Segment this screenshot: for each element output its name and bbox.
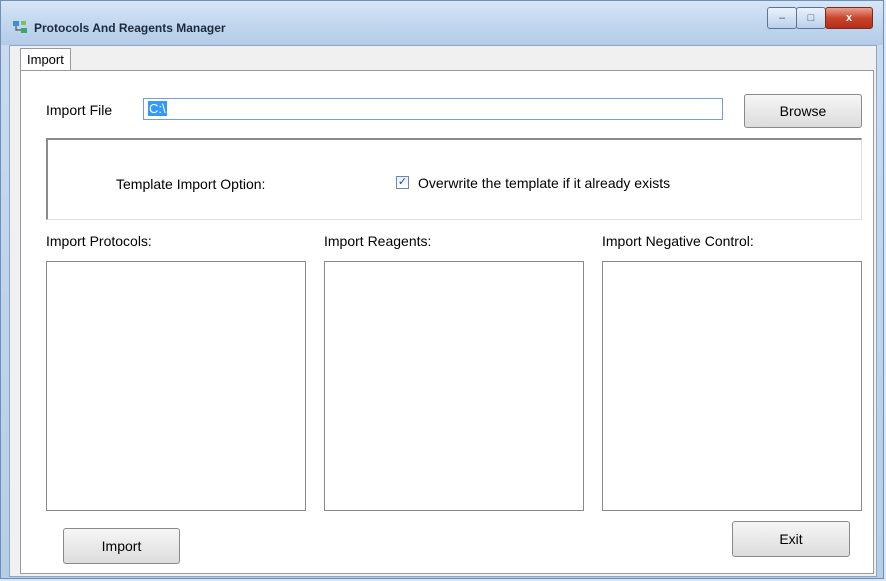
window-controls: – □ x	[767, 7, 873, 29]
import-file-value: C:\	[148, 101, 167, 116]
close-button[interactable]: x	[825, 7, 873, 29]
minimize-button[interactable]: –	[767, 7, 797, 29]
overwrite-checkbox[interactable]: ✓	[396, 176, 409, 189]
app-icon	[13, 21, 27, 33]
reagents-listbox[interactable]	[324, 261, 584, 511]
import-protocols-label: Import Protocols:	[46, 233, 152, 249]
import-file-label: Import File	[46, 102, 113, 118]
import-button[interactable]: Import	[63, 528, 180, 564]
checkmark-icon: ✓	[397, 176, 408, 188]
overwrite-checkbox-label[interactable]: Overwrite the template if it already exi…	[418, 175, 670, 191]
import-negative-control-label: Import Negative Control:	[602, 233, 754, 249]
title-bar[interactable]: Protocols And Reagents Manager – □ x	[1, 1, 883, 45]
window-title: Protocols And Reagents Manager	[34, 21, 226, 35]
import-file-input[interactable]: C:\	[143, 98, 723, 120]
negative-control-listbox[interactable]	[602, 261, 862, 511]
maximize-icon: □	[807, 12, 815, 24]
minimize-icon: –	[778, 12, 786, 24]
protocols-listbox[interactable]	[46, 261, 306, 511]
exit-button[interactable]: Exit	[732, 521, 850, 557]
maximize-button[interactable]: □	[796, 7, 826, 29]
tab-import[interactable]: Import	[20, 48, 71, 71]
browse-button[interactable]: Browse	[744, 94, 862, 128]
template-option-label: Template Import Option:	[116, 176, 266, 192]
import-reagents-label: Import Reagents:	[324, 233, 432, 249]
close-icon: x	[845, 12, 853, 24]
